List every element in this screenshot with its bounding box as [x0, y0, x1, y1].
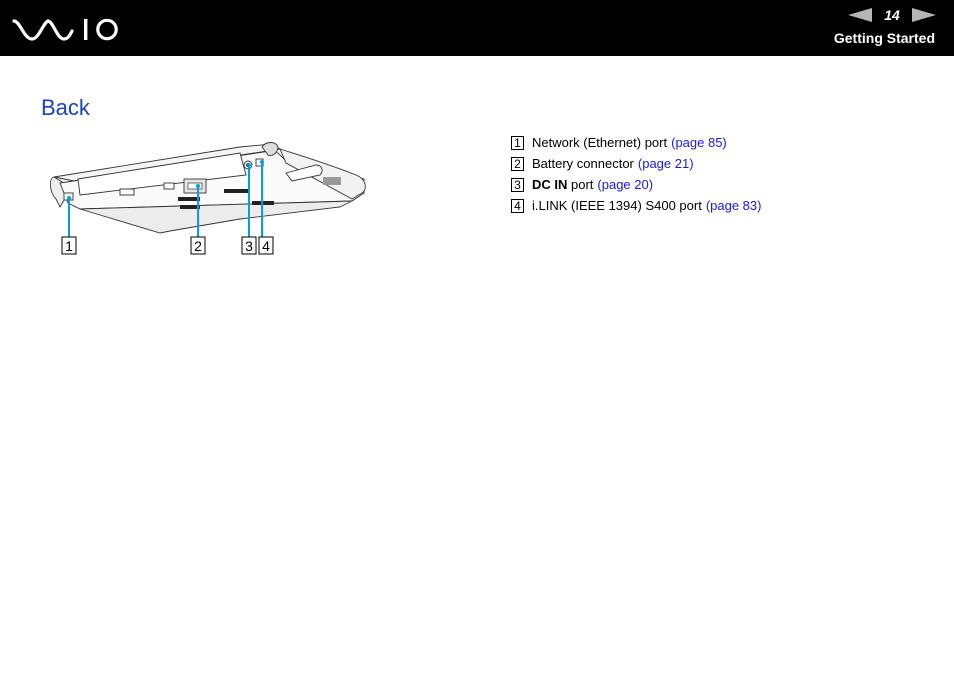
laptop-body	[49, 142, 366, 234]
legend-text: Network (Ethernet) port	[532, 135, 668, 150]
callout-number-1: 1	[65, 238, 73, 254]
vaio-logo	[12, 18, 118, 41]
callout-label-4: 4	[258, 236, 274, 255]
legend-text: Battery connector	[532, 156, 634, 171]
callout-number-3: 3	[245, 238, 253, 254]
page-number: 14	[884, 7, 900, 23]
laptop-back-illustration: 1 2 3 4	[49, 142, 366, 255]
callout-label-2: 2	[190, 236, 206, 255]
legend-number-box: 3	[511, 177, 524, 192]
legend-text: port	[567, 177, 594, 192]
legend-item-ilink-port: 4 i.LINK (IEEE 1394) S400 port (page 83)	[511, 195, 761, 216]
legend-number-box: 1	[511, 135, 524, 150]
legend-item-network-port: 1 Network (Ethernet) port (page 85)	[511, 132, 761, 153]
callout-number-2: 2	[194, 238, 202, 254]
callout-labels: 1 2 3 4	[61, 236, 274, 255]
callout-label-1: 1	[61, 236, 77, 255]
legend-item-dc-in-port: 3 DC IN port (page 20)	[511, 174, 761, 195]
page-link[interactable]: (page 85)	[671, 135, 727, 150]
header-bar: 14 Getting Started	[0, 0, 954, 56]
callout-label-3: 3	[241, 236, 257, 255]
legend-number-box: 4	[511, 198, 524, 213]
next-page-arrow-icon[interactable]	[912, 8, 936, 22]
page-link[interactable]: (page 20)	[597, 177, 653, 192]
callout-number-4: 4	[262, 238, 270, 254]
legend-item-battery-connector: 2 Battery connector (page 21)	[511, 153, 761, 174]
page-navigation: 14	[848, 6, 936, 24]
legend-bold-text: DC IN	[532, 177, 568, 192]
page-title: Back	[41, 95, 90, 120]
prev-page-arrow-icon[interactable]	[848, 8, 872, 22]
section-name: Getting Started	[833, 30, 935, 46]
port-legend: 1 Network (Ethernet) port (page 85) 2 Ba…	[511, 132, 761, 216]
page-link[interactable]: (page 21)	[638, 156, 694, 171]
legend-number-box: 2	[511, 156, 524, 171]
legend-text: i.LINK (IEEE 1394) S400 port	[532, 198, 702, 213]
page-link[interactable]: (page 83)	[706, 198, 762, 213]
